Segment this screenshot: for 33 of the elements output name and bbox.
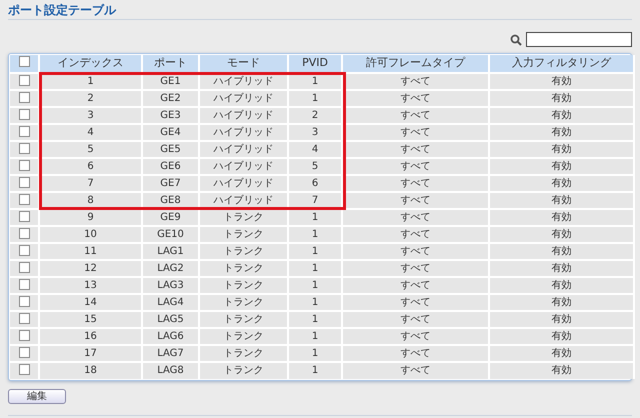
table-cell: すべて: [342, 362, 489, 379]
checkbox[interactable]: [18, 74, 30, 86]
search-field[interactable]: [526, 32, 632, 47]
table-cell: トランク: [199, 362, 288, 379]
checkbox[interactable]: [18, 160, 30, 170]
column-header: PVID: [288, 55, 342, 73]
checkbox[interactable]: [18, 296, 30, 306]
search-icon: [510, 34, 522, 46]
checkbox[interactable]: [18, 330, 30, 340]
table-cell: LAG8: [142, 362, 199, 379]
checkbox[interactable]: [18, 346, 30, 358]
checkbox[interactable]: [18, 126, 30, 136]
column-header: インデックス: [39, 55, 142, 73]
table-cell: 18: [39, 362, 142, 379]
checkbox[interactable]: [18, 244, 30, 256]
checkbox[interactable]: [18, 210, 30, 222]
page-title: ポート設定テーブル: [8, 2, 118, 18]
table-cell: 有効: [489, 362, 634, 379]
column-header: モード: [199, 55, 288, 73]
checkbox[interactable]: [18, 92, 30, 102]
checkbox[interactable]: [18, 228, 30, 238]
checkbox[interactable]: [18, 312, 30, 324]
edit-button[interactable]: 編集: [8, 389, 66, 404]
checkbox[interactable]: [18, 56, 30, 66]
checkbox[interactable]: [18, 176, 30, 188]
checkbox[interactable]: [18, 278, 30, 290]
table-cell: 1: [288, 362, 342, 379]
checkbox[interactable]: [18, 108, 30, 120]
column-header: ポート: [142, 55, 199, 73]
checkbox[interactable]: [18, 364, 30, 375]
checkbox[interactable]: [18, 194, 30, 204]
checkbox[interactable]: [18, 262, 30, 272]
checkbox[interactable]: [18, 142, 30, 154]
